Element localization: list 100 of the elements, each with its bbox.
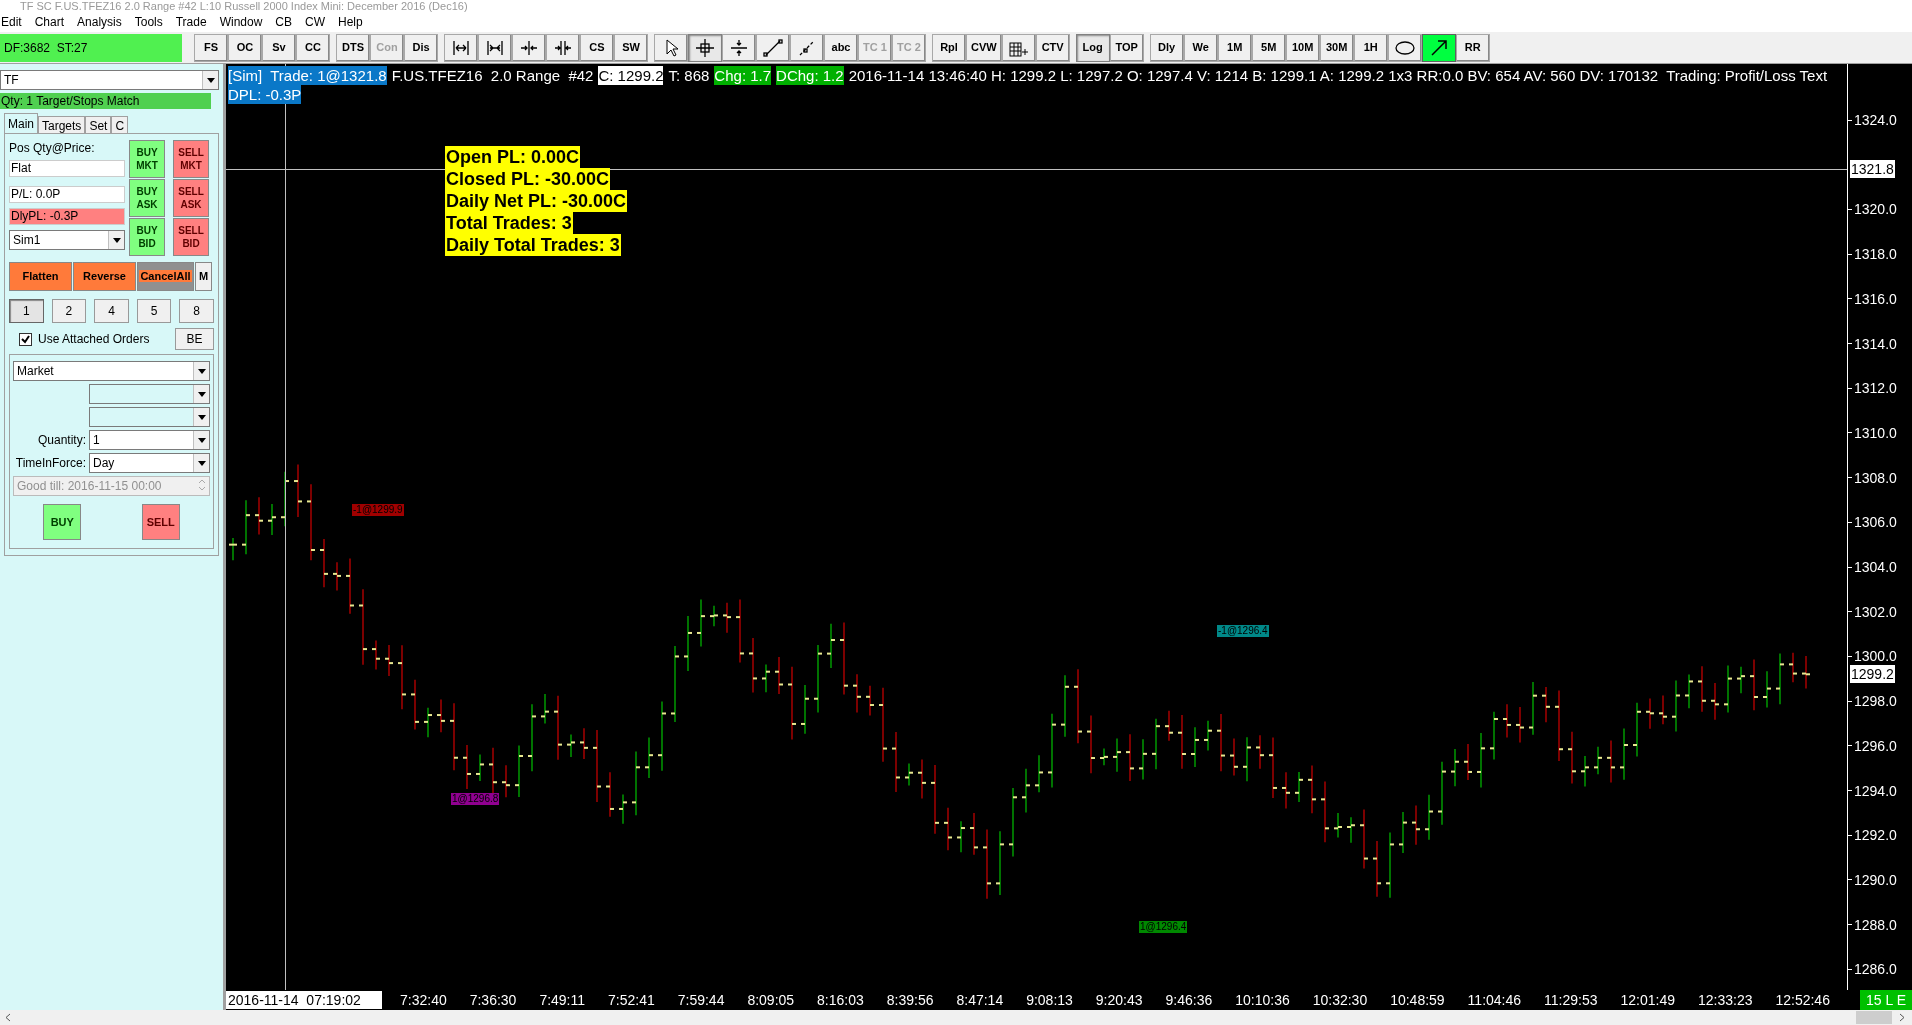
quantity-button[interactable]: 5 [136,299,172,323]
menu-button[interactable]: M [195,262,212,291]
toolbar-button[interactable]: CS [580,33,614,62]
fill-marker: -1@1296.4 [1217,625,1269,637]
toolbar-button[interactable] [546,33,580,62]
quantity-dropdown[interactable]: 1 [89,430,210,450]
toolbar-button[interactable]: SW [614,33,648,62]
sell-button[interactable]: SELL [141,504,180,540]
price-label: 1292.0 [1854,826,1897,845]
menu-item[interactable]: Tools [134,13,163,31]
toolbar-button[interactable] [790,33,824,62]
toolbar-button[interactable]: Log [1075,33,1110,62]
toolbar-button[interactable]: DTS [336,33,370,62]
position-label: Pos Qty@Price: [9,142,96,155]
toolbar-button[interactable] [756,33,790,62]
header-field: F.US.TFEZ16 2.0 Range #42 [391,66,594,85]
toolbar-button[interactable] [444,33,478,62]
account-dropdown[interactable]: Sim1 [9,230,125,250]
toolbar-button[interactable]: Dly [1149,33,1184,62]
toolbar-button[interactable]: OC [228,33,262,62]
toolbar-button[interactable]: 1H [1353,33,1388,62]
time-label: 9:46:36 [1165,991,1213,1009]
toolbar-button[interactable] [1001,33,1036,62]
toolbar-button[interactable]: Sv [262,33,296,62]
time-label: 12:33:23 [1697,991,1753,1009]
sell-button[interactable]: SELL BID [173,218,209,256]
status-indicator: DF:3682 ST:27 [0,33,182,62]
menu-item[interactable]: Chart [34,13,65,31]
price-label: 1314.0 [1854,334,1897,353]
header-field: C: 1299.2 [598,66,664,85]
toolbar-button[interactable]: 10M [1285,33,1320,62]
dropdown-caret-icon [193,385,209,403]
quantity-button[interactable]: 8 [179,299,214,323]
breakeven-button[interactable]: BE [175,328,214,350]
menu-item[interactable]: Trade [175,13,207,31]
tab[interactable]: Targets [38,116,86,133]
dropdown-caret-icon [193,431,209,449]
buy-button[interactable]: BUY ASK [129,179,165,217]
menu-item[interactable]: Window [219,13,263,31]
time-label: 8:39:56 [886,991,934,1009]
toolbar-button[interactable]: 5M [1251,33,1286,62]
toolbar-button[interactable]: TOP [1109,33,1144,62]
sell-button[interactable]: SELL MKT [173,140,209,178]
toolbar-button[interactable]: abc [824,33,858,62]
buy-button[interactable]: BUY MKT [129,140,165,178]
tab[interactable]: Set [85,116,112,133]
toolbar-button[interactable]: RR [1455,33,1490,62]
menu-item[interactable]: Help [338,13,363,31]
toolbar-button[interactable]: We [1183,33,1218,62]
last-price-label: 1299.2 [1850,665,1895,684]
toolbar-button[interactable]: CTV [1035,33,1070,62]
time-label: 7:32:40 [400,991,447,1009]
menu-item[interactable]: Analysis [77,13,122,31]
toolbar-button[interactable]: FS [194,33,228,62]
toolbar-button[interactable] [1421,33,1456,62]
time-label: 8:16:03 [817,991,864,1009]
buy-button[interactable]: BUY BID [129,218,165,256]
toolbar-button[interactable]: CC [296,33,330,62]
tab[interactable]: Main [4,113,38,133]
symbol-dropdown[interactable]: TF [0,70,219,90]
time-label: 7:52:41 [608,991,655,1009]
quantity-button[interactable]: 4 [94,299,129,323]
time-label: 12:01:49 [1620,991,1675,1009]
buy-button[interactable]: BUY [43,504,82,540]
order-type-dropdown[interactable]: Market [13,361,210,381]
toolbar-button[interactable] [688,33,722,62]
time-label: 12:52:46 [1775,991,1830,1009]
toolbar-button[interactable] [478,33,512,62]
action-button[interactable]: Flatten [9,262,72,291]
price-dropdown[interactable] [89,384,210,404]
daily-pl-readout: DPL: -0.3P [228,85,302,104]
action-button[interactable]: Reverse [73,262,136,291]
toolbar-button[interactable]: 1M [1217,33,1252,62]
quantity-button[interactable]: 2 [51,299,87,323]
toolbar-button[interactable] [654,33,688,62]
action-button[interactable]: CancelAll [137,262,194,291]
price-label: 1294.0 [1854,781,1897,800]
checkbox[interactable] [19,332,32,346]
time-in-force-dropdown[interactable]: Day [89,453,210,473]
fill-marker: -1@1299.9 [352,504,404,516]
toolbar-button[interactable]: Rpl [932,33,966,62]
time-label: 7:36:30 [469,991,517,1009]
toolbar-button[interactable]: Dis [404,33,438,62]
horizontal-split-icon [729,37,749,58]
spinner-icon [198,477,206,493]
toolbar-button[interactable] [512,33,546,62]
scrollbar-thumb[interactable] [1856,1011,1892,1024]
toolbar-button[interactable] [1387,33,1422,62]
sell-button[interactable]: SELL ASK [173,179,209,217]
menu-item[interactable]: CB [275,13,292,31]
price-label: 1300.0 [1854,647,1897,666]
toolbar-button[interactable] [722,33,756,62]
price-label: 1302.0 [1854,602,1897,621]
toolbar-button[interactable]: CVW [966,33,1002,62]
menu-item[interactable]: CW [305,13,325,31]
toolbar-button[interactable]: 30M [1319,33,1354,62]
price-dropdown[interactable] [89,407,210,427]
quantity-button[interactable]: 1 [9,299,44,323]
menu-item[interactable]: Edit [1,13,22,31]
tab[interactable]: C [111,116,129,133]
